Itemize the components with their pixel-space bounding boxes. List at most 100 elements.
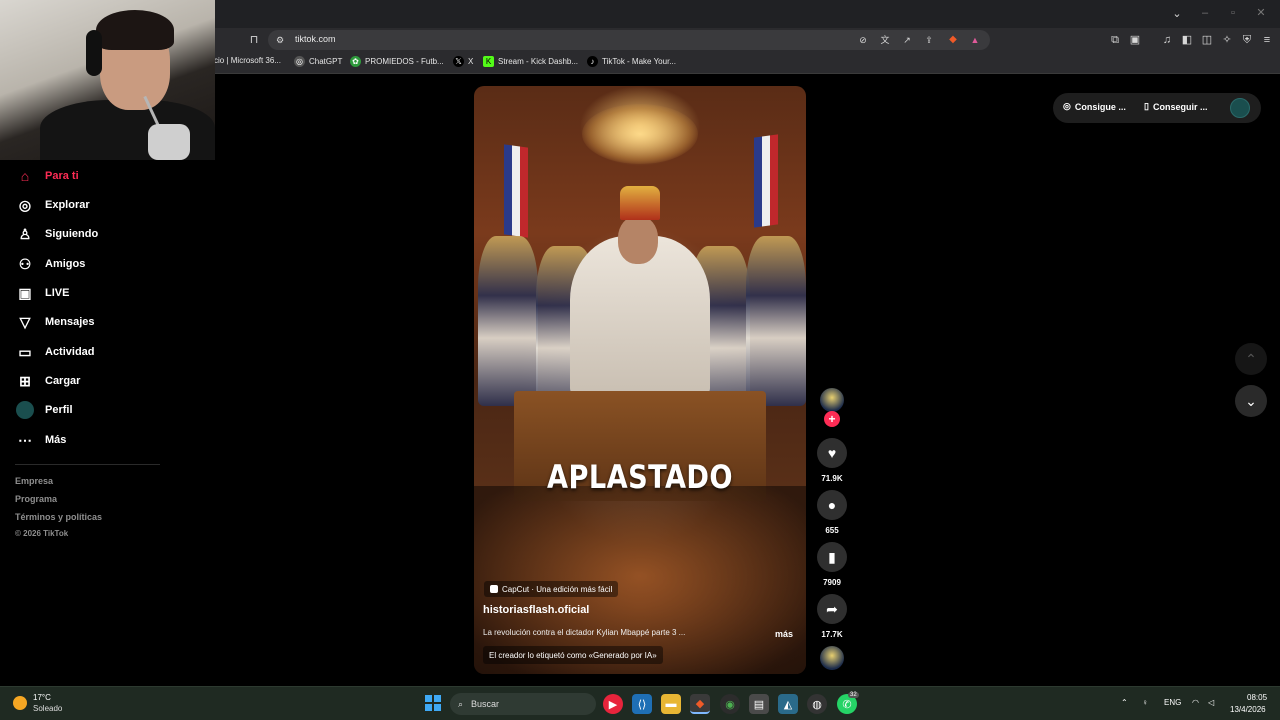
get-app-button[interactable]: ▯ Conseguir ... <box>1144 101 1207 112</box>
chevron-down-icon: ⌄ <box>1245 392 1257 409</box>
microphone-icon[interactable]: ♀ <box>1142 698 1148 707</box>
sidebar-item-siguiendo[interactable]: ♙ Siguiendo <box>16 222 98 246</box>
sidebar-item-explorar[interactable]: ◎ Explorar <box>16 193 90 217</box>
comment-button[interactable]: ● <box>817 490 847 520</box>
sidebar-item-perfil[interactable]: Perfil <box>16 398 73 422</box>
app2-icon[interactable]: ◭ <box>778 694 798 714</box>
url-bar[interactable]: ⚙ tiktok.com ⊘ 文 ↗ ⇪ ◆ ▲ <box>268 30 990 50</box>
sidebar-item-label: Para ti <box>45 170 79 182</box>
previous-video-button[interactable]: ⌃ <box>1235 343 1267 375</box>
sidebar-item-label: Cargar <box>45 375 81 387</box>
bookmark-icon[interactable]: ⊓ <box>247 33 261 47</box>
bookmark-x[interactable]: 𝕏X <box>453 56 473 67</box>
file-explorer-icon[interactable]: ▬ <box>661 694 681 714</box>
sidebar-item-mensajes[interactable]: ▽ Mensajes <box>16 310 95 334</box>
footer-terms-link[interactable]: Términos y políticas <box>15 512 102 522</box>
caption-more-button[interactable]: más <box>775 629 793 639</box>
ai-generated-label: El creador lo etiquetó como «Generado po… <box>483 646 663 664</box>
footer-programa-link[interactable]: Programa <box>15 494 57 504</box>
sidebar-item-mas[interactable]: ⋯ Más <box>16 428 66 452</box>
bookmark-icon: ▮ <box>828 548 836 565</box>
sidebar-toggle-icon[interactable]: ◧ <box>1180 33 1194 47</box>
wifi-icon[interactable]: ◠ <box>1192 698 1199 707</box>
profile-avatar[interactable] <box>1230 98 1250 118</box>
creator-avatar[interactable] <box>820 388 844 412</box>
clock-time[interactable]: 08:05 <box>1247 693 1267 702</box>
media-player-icon[interactable]: ▶ <box>603 694 623 714</box>
sidebar-item-actividad[interactable]: ▭ Actividad <box>16 340 95 364</box>
music-icon[interactable]: ♫ <box>1160 33 1174 47</box>
footer-copyright: © 2026 TikTok <box>15 529 69 538</box>
get-coins-button[interactable]: ◎ Consigue ... <box>1063 101 1126 112</box>
open-external-icon[interactable]: ↗ <box>900 33 914 47</box>
sidebar-item-para-ti[interactable]: ⌂ Para ti <box>16 164 79 188</box>
start-button[interactable] <box>425 695 441 711</box>
bookmark-promiedos[interactable]: ✿ PROMIEDOS - Futb... <box>350 56 444 67</box>
following-icon: ♙ <box>18 225 32 242</box>
footer-empresa-link[interactable]: Empresa <box>15 476 53 486</box>
leo-ai-icon[interactable]: ✧ <box>1220 33 1234 47</box>
app-icon[interactable]: ▤ <box>749 694 769 714</box>
vpn-icon[interactable]: ⛨ <box>1240 33 1254 47</box>
tray-chevron-icon[interactable]: ⌃ <box>1121 698 1128 707</box>
sidebar-item-label: Explorar <box>45 199 90 211</box>
vscode-icon[interactable]: ⟨⟩ <box>632 694 652 714</box>
next-video-button[interactable]: ⌄ <box>1235 385 1267 417</box>
capcut-tag[interactable]: CapCut · Una edición más fácil <box>484 581 619 597</box>
bookmark-kick[interactable]: K Stream - Kick Dashb... <box>483 56 578 67</box>
no-tracking-icon[interactable]: ⊘ <box>856 33 870 47</box>
chrome-icon[interactable]: ◉ <box>720 694 740 714</box>
bookmark-label: TikTok - Make Your... <box>602 57 676 66</box>
clock-date[interactable]: 13/4/2026 <box>1230 705 1266 714</box>
music-disc[interactable] <box>820 646 844 670</box>
weather-temperature[interactable]: 17°C <box>33 693 51 702</box>
share-icon[interactable]: ⇪ <box>922 33 936 47</box>
url-text[interactable]: tiktok.com <box>295 34 336 44</box>
close-icon[interactable]: ✕ <box>1254 6 1268 20</box>
sidebar-item-label: Actividad <box>45 346 95 358</box>
translate-icon[interactable]: 文 <box>878 33 892 47</box>
maximize-icon[interactable]: ▫ <box>1226 6 1240 20</box>
volume-icon[interactable]: ◁ <box>1208 698 1214 707</box>
messages-icon: ▽ <box>19 313 31 330</box>
save-button[interactable]: ▮ <box>817 542 847 572</box>
wallet-icon[interactable]: ▣ <box>1128 33 1142 47</box>
language-indicator[interactable]: ENG <box>1164 698 1181 707</box>
brave-shield-icon[interactable]: ◆ <box>946 33 960 47</box>
follow-button[interactable]: + <box>824 411 840 427</box>
bookmark-chatgpt[interactable]: ◎ ChatGPT <box>294 56 342 67</box>
brave-rewards-icon[interactable]: ▲ <box>968 33 982 47</box>
video-guard <box>478 236 538 406</box>
share-button[interactable]: ➦ <box>817 594 847 624</box>
weather-description[interactable]: Soleado <box>33 704 62 713</box>
brave-browser-icon[interactable]: ◆ <box>690 694 710 714</box>
chatgpt-icon: ◎ <box>294 56 305 67</box>
search-icon: ⌕ <box>458 698 464 709</box>
like-button[interactable]: ♥ <box>817 438 847 468</box>
get-coins-label: Consigue ... <box>1074 101 1126 112</box>
friends-icon: ⚇ <box>18 255 32 272</box>
more-icon: ⋯ <box>18 431 32 448</box>
video-guard <box>746 236 806 406</box>
chevron-down-icon[interactable]: ⌄ <box>1170 7 1184 21</box>
sun-icon[interactable] <box>13 696 27 710</box>
taskbar-search[interactable]: ⌕ Buscar <box>450 693 596 715</box>
extensions-icon[interactable]: ⧉ <box>1108 33 1122 47</box>
bookmark-tiktok[interactable]: ♪ TikTok - Make Your... <box>587 56 676 67</box>
wallet2-icon[interactable]: ◫ <box>1200 33 1214 47</box>
sidebar-item-cargar[interactable]: ⊞ Cargar <box>16 369 80 393</box>
comment-count: 655 <box>825 526 839 535</box>
menu-icon[interactable]: ≡ <box>1260 33 1274 47</box>
sidebar-item-amigos[interactable]: ⚇ Amigos <box>16 252 86 276</box>
sidebar-item-label: LIVE <box>45 287 70 299</box>
bookmark-label: Stream - Kick Dashb... <box>498 57 579 66</box>
site-settings-icon[interactable]: ⚙ <box>273 33 287 47</box>
app3-icon[interactable]: ◍ <box>807 694 827 714</box>
bookmark-microsoft[interactable]: cio | Microsoft 36... <box>214 56 281 65</box>
video-author[interactable]: historiasflash.oficial <box>483 604 589 616</box>
video-player[interactable]: APLASTADO CapCut · Una edición más fácil… <box>474 86 806 674</box>
sidebar-item-live[interactable]: ▣ LIVE <box>16 281 69 305</box>
minimize-icon[interactable]: – <box>1198 6 1212 20</box>
bookmark-label: PROMIEDOS - Futb... <box>365 57 444 66</box>
activity-icon: ▭ <box>18 343 32 360</box>
